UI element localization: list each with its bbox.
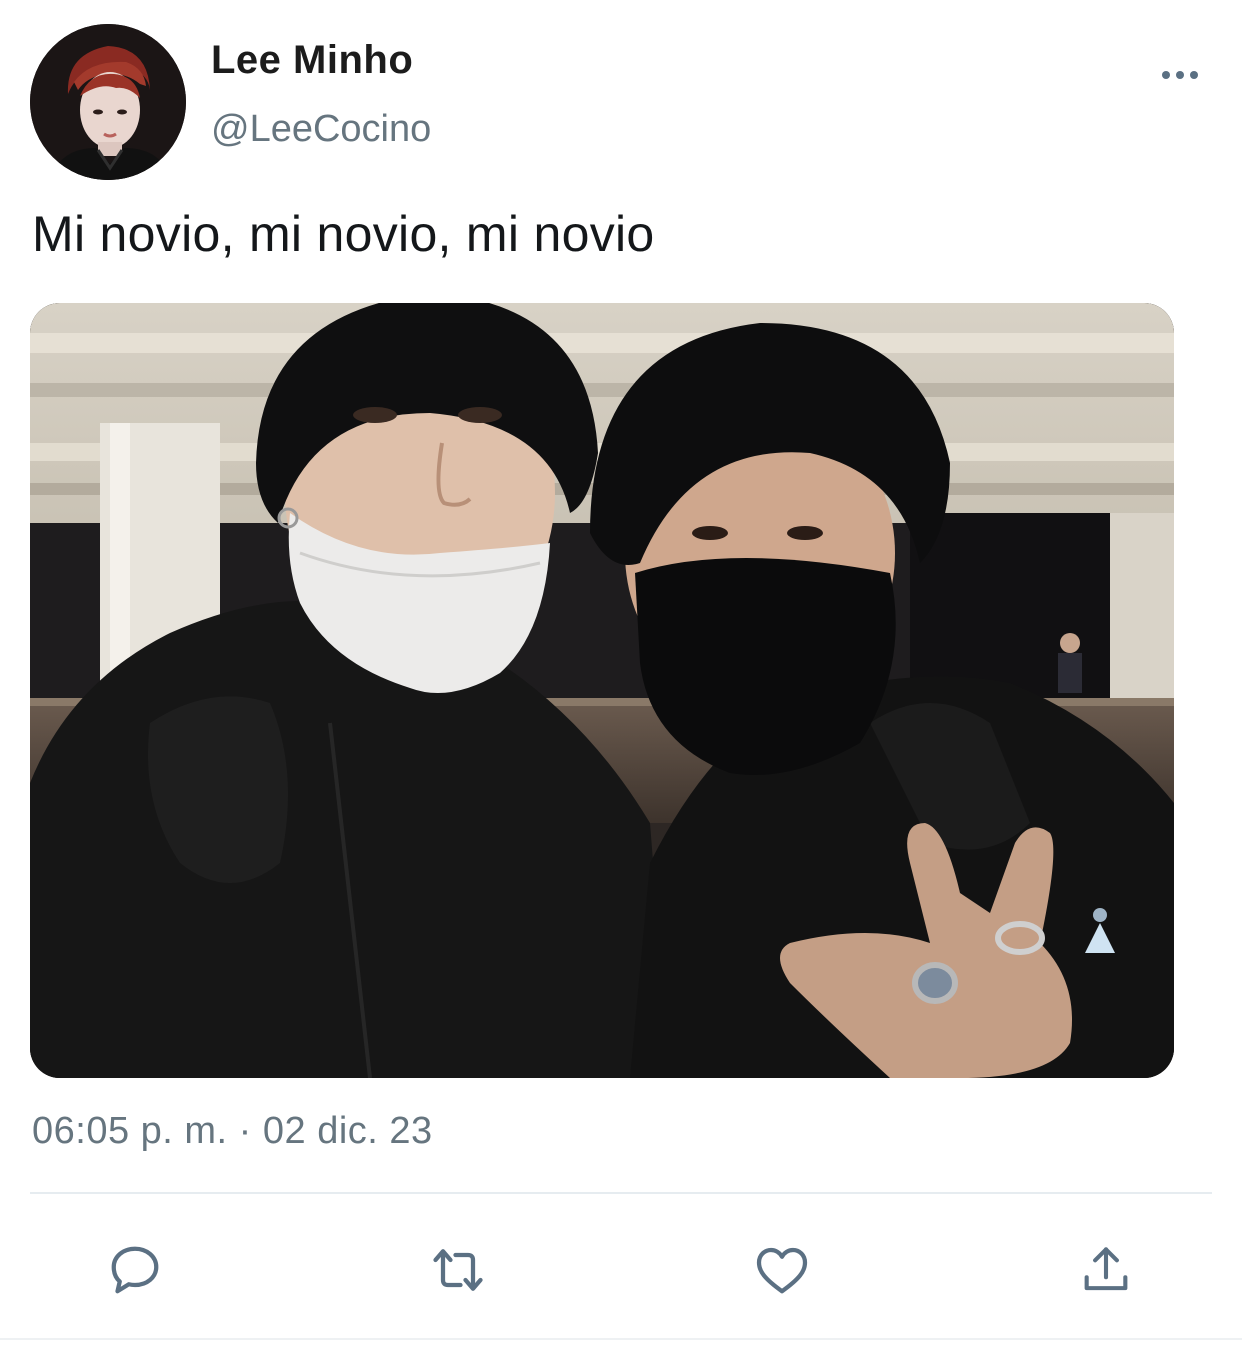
tweet-timestamp[interactable]: 06:05 p. m. · 02 dic. 23 — [32, 1110, 433, 1153]
reply-button[interactable] — [95, 1230, 175, 1310]
tweet: Lee Minho @LeeCocino Mi novio, mi novio,… — [0, 0, 1242, 1358]
profile-avatar[interactable] — [30, 24, 186, 180]
retweet-arrows-icon — [433, 1249, 483, 1291]
speech-bubble-icon — [111, 1246, 159, 1294]
share-upload-icon — [1084, 1247, 1128, 1291]
heart-icon — [756, 1247, 808, 1294]
like-button[interactable] — [742, 1230, 822, 1310]
author-name[interactable]: Lee Minho — [211, 38, 413, 83]
divider — [30, 1192, 1212, 1194]
tweet-photo[interactable] — [30, 303, 1174, 1078]
author-handle[interactable]: @LeeCocino — [211, 108, 431, 151]
bottom-divider — [0, 1338, 1242, 1340]
share-button[interactable] — [1066, 1230, 1146, 1310]
tweet-text: Mi novio, mi novio, mi novio — [32, 206, 655, 262]
tweet-actions — [0, 1230, 1242, 1310]
more-options-icon[interactable] — [1150, 55, 1210, 95]
retweet-button[interactable] — [418, 1230, 498, 1310]
